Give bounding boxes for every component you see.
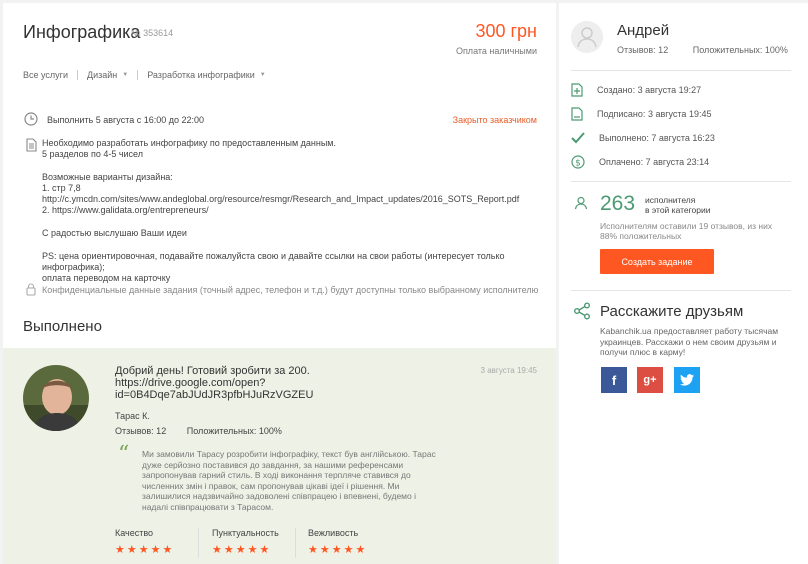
google-plus-share-button[interactable]: g+ [637, 367, 663, 393]
task-price: 300 грн [475, 21, 537, 41]
quote-icon: “ [118, 442, 130, 467]
status-label: Подписано: [597, 109, 646, 119]
status-value: 3 августа 19:27 [637, 85, 702, 95]
share-title: Расскажите друзьям [600, 303, 744, 320]
rating-label: Качество [115, 528, 154, 538]
desc-line: 1. стр 7,8 [42, 183, 81, 193]
twitter-icon [680, 374, 694, 386]
rating-quality: Качество ★★★★★ [115, 528, 174, 556]
google-plus-icon: g+ [643, 374, 657, 386]
breadcrumb-separator [137, 70, 139, 80]
performers-note: Исполнителям оставили 19 отзывов, из них… [600, 221, 773, 241]
facebook-share-button[interactable]: f [601, 367, 627, 393]
breadcrumb-all-services[interactable]: Все услуги [23, 70, 68, 80]
doc-plus-icon [571, 83, 583, 97]
star-rating-icon: ★★★★★ [308, 544, 368, 556]
performers-label-line: в этой категории [645, 205, 711, 215]
star-rating-icon: ★★★★★ [212, 544, 272, 556]
share-text: Kabanchik.ua предоставляет работу тысяча… [600, 326, 779, 357]
performer-stats: Отзывов: 12 Положительных: 100% [115, 426, 282, 436]
lock-icon [26, 283, 36, 296]
status-created: Создано: 3 августа 19:27 [571, 83, 701, 97]
status-label: Оплачено: [599, 157, 644, 167]
performer-reviews: Отзывов: 12 [115, 426, 167, 436]
facebook-icon: f [611, 372, 617, 388]
rating-politeness: Вежливость ★★★★★ [308, 528, 367, 556]
create-task-button[interactable]: Создать задание [600, 249, 714, 274]
status-paid: $ Оплачено: 7 августа 23:14 [571, 155, 709, 169]
rating-label: Пунктуальность [212, 528, 279, 538]
svg-text:$: $ [575, 159, 581, 169]
payment-method: Оплата наличными [455, 46, 537, 56]
desc-line: 2. https://www.galidata.org/entrepreneur… [42, 205, 209, 215]
status-value: 7 августа 23:14 [645, 157, 710, 167]
performer-positive: Положительных: 100% [186, 426, 282, 436]
desc-line: 5 разделов по 4-5 чисел [42, 149, 144, 159]
desc-link[interactable]: http://c.ymcdn.com/sites/www.andeglobal.… [42, 194, 537, 205]
task-description: Необходимо разработать инфографику по пр… [42, 138, 537, 284]
document-icon [26, 138, 37, 152]
performer-review: Добрий день! Готовий зробити за 200. htt… [3, 348, 556, 564]
task-deadline: Выполнить 5 августа с 16:00 до 22:00 [47, 115, 205, 125]
review-text: Ми замовили Тарасу розробити інфографіку… [142, 449, 436, 512]
client-stats: Отзывов: 12 Положительных: 100% [617, 45, 788, 55]
avatar[interactable] [23, 365, 89, 431]
task-number: № 353614 [131, 28, 174, 38]
divider [571, 181, 791, 182]
users-icon [574, 196, 588, 210]
breadcrumb-separator [76, 70, 78, 80]
client-positive: Положительных: 100% [692, 45, 788, 55]
client-avatar[interactable] [571, 21, 603, 53]
breadcrumb-infographics[interactable]: Разработка инфографики [147, 70, 255, 80]
task-panel: Инфографика № 353614 300 грн Оплата нали… [3, 3, 556, 564]
breadcrumb-design[interactable]: Дизайн [87, 70, 117, 80]
status-label: Выполнено: [599, 133, 649, 143]
divider [198, 528, 199, 558]
desc-line: PS: цена ориентировочная, подавайте пожа… [42, 251, 505, 272]
desc-line: Возможные варианты дизайна: [42, 172, 173, 182]
share-icon [574, 302, 590, 320]
desc-line: С радостью выслушаю Ваши идеи [42, 228, 187, 238]
sidebar: Андрей Отзывов: 12 Положительных: 100% С… [559, 3, 808, 564]
twitter-share-button[interactable] [674, 367, 700, 393]
check-icon [571, 132, 585, 144]
desc-line: Необходимо разработать инфографику по пр… [42, 138, 336, 148]
status-done: Выполнено: 7 августа 16:23 [571, 131, 715, 145]
status-signed: Подписано: 3 августа 19:45 [571, 107, 711, 121]
desc-line: оплата переводом на карточку [42, 273, 171, 283]
confidential-note: Конфиденциальные данные задания (точный … [42, 285, 539, 295]
offer-message: Добрий день! Готовий зробити за 200. htt… [115, 365, 314, 401]
divider [295, 528, 296, 558]
task-title: Инфографика [23, 22, 141, 42]
performer-name[interactable]: Тарас К. [115, 411, 150, 421]
chevron-down-icon[interactable]: ▼ [122, 72, 128, 78]
client-name[interactable]: Андрей [617, 22, 669, 39]
clock-icon [24, 112, 38, 126]
status-value: 7 августа 16:23 [651, 133, 715, 143]
chevron-down-icon[interactable]: ▼ [260, 72, 266, 78]
rating-punctuality: Пунктуальность ★★★★★ [212, 528, 279, 556]
offer-date: 3 августа 19:45 [480, 366, 537, 375]
section-title: Выполнено [23, 318, 102, 335]
status-label: Создано: [597, 85, 636, 95]
divider [571, 70, 791, 71]
performers-count: 263 [600, 192, 636, 215]
divider [571, 290, 791, 291]
dollar-icon: $ [571, 155, 585, 169]
task-status: Закрыто заказчиком [452, 115, 537, 125]
breadcrumb: Все услуги Дизайн ▼ Разработка инфографи… [23, 70, 266, 80]
doc-sign-icon [571, 107, 583, 121]
status-value: 3 августа 19:45 [647, 109, 712, 119]
star-rating-icon: ★★★★★ [115, 544, 175, 556]
client-reviews: Отзывов: 12 [617, 45, 669, 55]
performers-label-line: исполнителя [645, 195, 696, 205]
performers-label: исполнителя в этой категории [645, 195, 711, 215]
rating-label: Вежливость [308, 528, 359, 538]
